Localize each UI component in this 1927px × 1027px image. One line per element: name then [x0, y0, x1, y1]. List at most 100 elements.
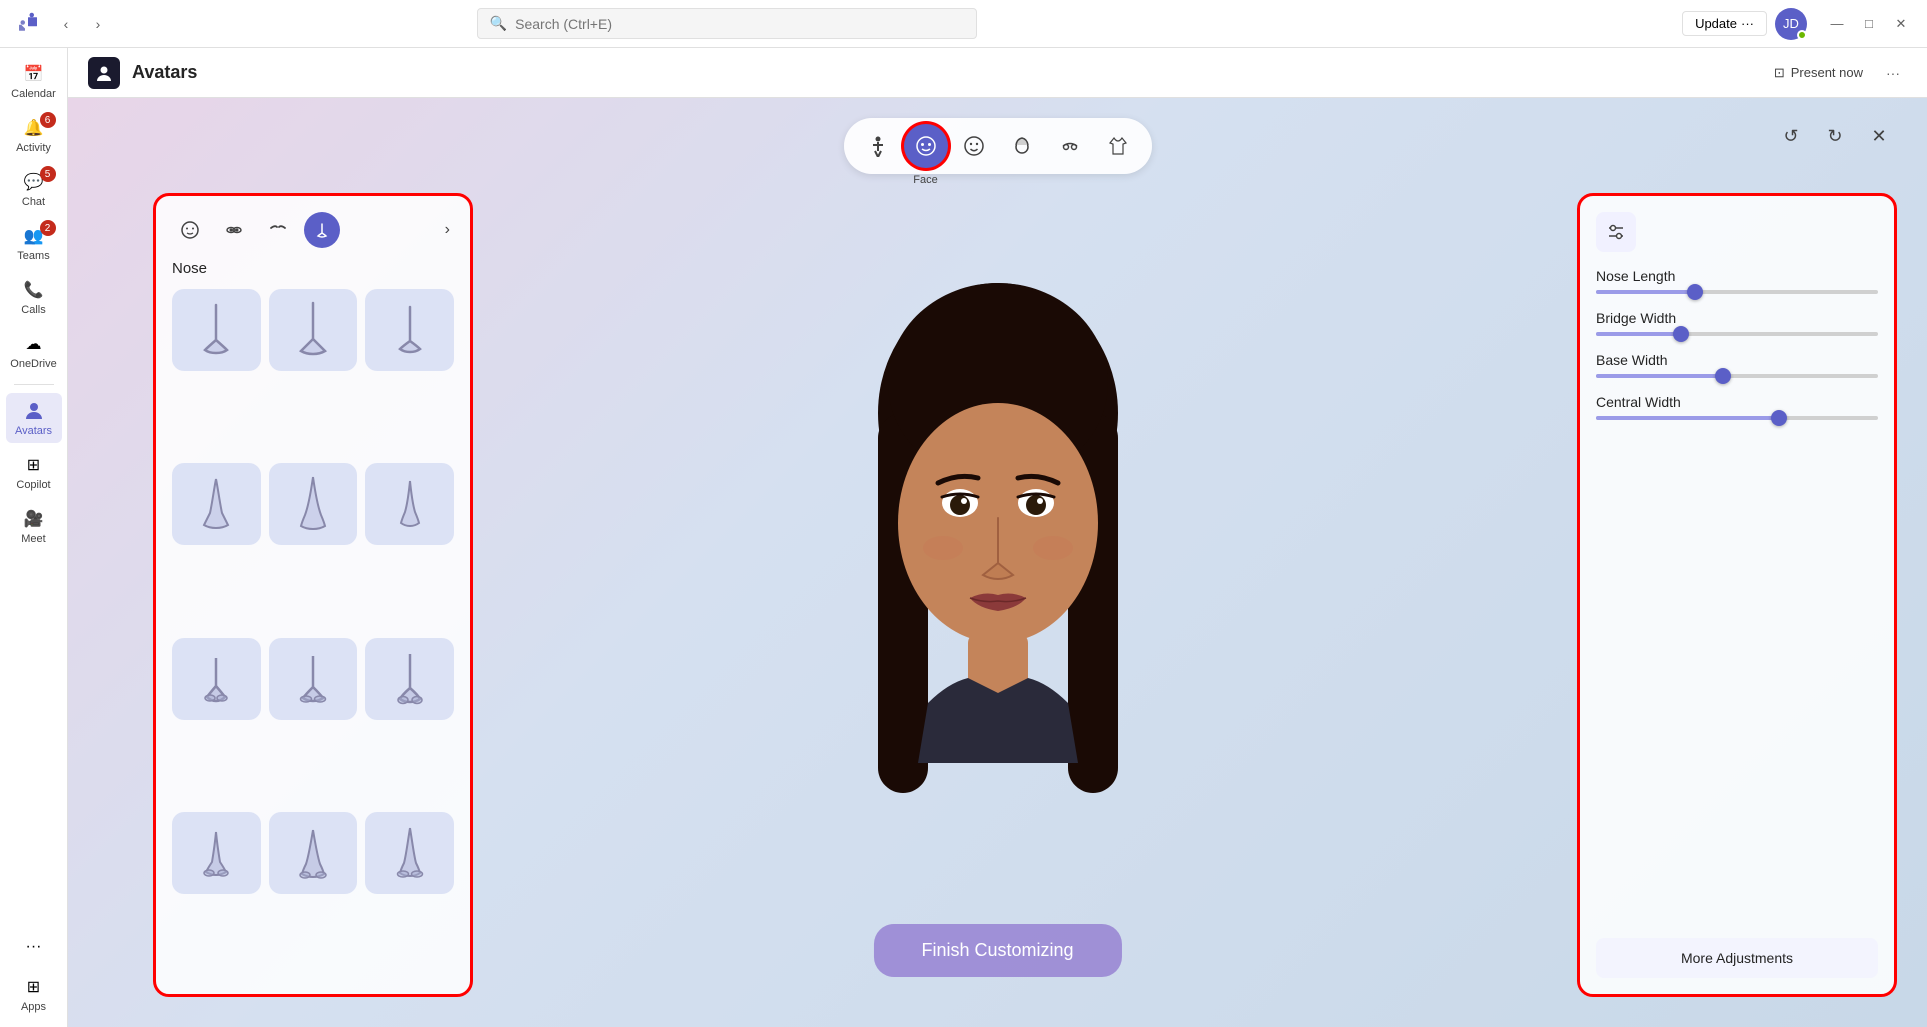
nose-item-8[interactable] [269, 638, 358, 720]
face-tab-label: Face [913, 174, 937, 186]
nav-buttons: ‹ › [52, 10, 112, 38]
adjustments-icon-button[interactable] [1596, 212, 1636, 252]
calls-icon: 📞 [22, 278, 46, 302]
central-width-section: Central Width [1596, 394, 1878, 420]
nose-tab[interactable] [304, 212, 340, 248]
more-options-button[interactable]: ··· [1879, 59, 1907, 87]
nose-length-section: Nose Length [1596, 268, 1878, 294]
avatar-area: Face [68, 98, 1927, 1027]
undo-button[interactable]: ↺ [1773, 118, 1809, 154]
nose-item-12[interactable] [365, 812, 454, 894]
maximize-button[interactable]: □ [1855, 10, 1883, 38]
redo-button[interactable]: ↻ [1817, 118, 1853, 154]
bridge-width-label: Bridge Width [1596, 310, 1878, 326]
face-tab-button[interactable] [904, 124, 948, 168]
sidebar-item-label: Calls [21, 304, 45, 316]
nose-item-5[interactable] [269, 463, 358, 545]
hair-tab-button[interactable] [1000, 124, 1044, 168]
sidebar-item-apps[interactable]: ⊞ Apps [6, 969, 62, 1019]
sidebar-item-activity[interactable]: 🔔 6 Activity [6, 110, 62, 160]
left-panel: › Nose [153, 193, 473, 997]
sidebar-item-label: Avatars [15, 425, 52, 437]
copilot-icon: ⊞ [22, 453, 46, 477]
base-width-label: Base Width [1596, 352, 1878, 368]
forward-button[interactable]: › [84, 10, 112, 38]
avatar-svg [798, 263, 1198, 863]
base-width-thumb[interactable] [1715, 368, 1731, 384]
nose-item-4[interactable] [172, 463, 261, 545]
eyes-tab[interactable] [216, 212, 252, 248]
nose-item-6[interactable] [365, 463, 454, 545]
eyebrows-tab[interactable] [260, 212, 296, 248]
title-bar: ‹ › 🔍 Update ··· JD — □ ✕ [0, 0, 1927, 48]
sidebar-item-chat[interactable]: 💬 5 Chat [6, 164, 62, 214]
nose-grid [172, 289, 454, 978]
sidebar: 📅 Calendar 🔔 6 Activity 💬 5 Chat 👥 2 Tea… [0, 48, 68, 1027]
avatars-icon [22, 399, 46, 423]
accessories-tab-button[interactable] [1048, 124, 1092, 168]
sidebar-item-label: Meet [21, 533, 45, 545]
sidebar-item-teams[interactable]: 👥 2 Teams [6, 218, 62, 268]
close-button[interactable]: ✕ [1887, 10, 1915, 38]
nose-item-9[interactable] [365, 638, 454, 720]
nose-length-track[interactable] [1596, 290, 1878, 294]
nose-item-11[interactable] [269, 812, 358, 894]
more-icon: ··· [22, 935, 46, 959]
present-icon: ⊡ [1774, 65, 1785, 81]
sidebar-item-more[interactable]: ··· [6, 929, 62, 965]
minimize-button[interactable]: — [1823, 10, 1851, 38]
nose-item-7[interactable] [172, 638, 261, 720]
central-width-fill [1596, 416, 1779, 420]
nose-length-thumb[interactable] [1687, 284, 1703, 300]
nose-section-title: Nose [172, 260, 454, 277]
face-tab-next[interactable]: › [441, 217, 454, 243]
sidebar-item-copilot[interactable]: ⊞ Copilot [6, 447, 62, 497]
avatar-center [748, 223, 1248, 903]
sidebar-item-label: Apps [21, 1001, 46, 1013]
top-toolbar: Face [844, 118, 1152, 174]
meet-icon: 🎥 [22, 507, 46, 531]
app-header: Avatars ⊡ Present now ··· [68, 48, 1927, 98]
sidebar-item-calendar[interactable]: 📅 Calendar [6, 56, 62, 106]
right-panel-spacer [1596, 436, 1878, 922]
face-tab-container: Face [904, 124, 948, 168]
bridge-width-track[interactable] [1596, 332, 1878, 336]
face-shape-tab[interactable] [172, 212, 208, 248]
nose-length-label: Nose Length [1596, 268, 1878, 284]
update-button[interactable]: Update ··· [1682, 11, 1767, 36]
clothing-tab-button[interactable] [1096, 124, 1140, 168]
more-adjustments-button[interactable]: More Adjustments [1596, 938, 1878, 978]
central-width-thumb[interactable] [1771, 410, 1787, 426]
teams-logo [12, 8, 44, 40]
apps-icon: ⊞ [22, 975, 46, 999]
expressions-tab-button[interactable] [952, 124, 996, 168]
finish-customizing-button[interactable]: Finish Customizing [873, 924, 1121, 977]
sidebar-item-onedrive[interactable]: ☁ OneDrive [6, 326, 62, 376]
base-width-track[interactable] [1596, 374, 1878, 378]
nose-item-2[interactable] [269, 289, 358, 371]
onedrive-icon: ☁ [22, 332, 46, 356]
search-input[interactable] [515, 16, 964, 32]
sidebar-item-label: OneDrive [10, 358, 56, 370]
user-avatar[interactable]: JD [1775, 8, 1807, 40]
sidebar-item-calls[interactable]: 📞 Calls [6, 272, 62, 322]
status-indicator [1797, 30, 1807, 40]
body-tab-button[interactable] [856, 124, 900, 168]
bridge-width-section: Bridge Width [1596, 310, 1878, 336]
sidebar-item-meet[interactable]: 🎥 Meet [6, 501, 62, 551]
avatar-container [748, 223, 1248, 903]
sidebar-item-avatars[interactable]: Avatars [6, 393, 62, 443]
search-bar[interactable]: 🔍 [477, 8, 977, 39]
nose-item-3[interactable] [365, 289, 454, 371]
nose-item-1[interactable] [172, 289, 261, 371]
main-layout: 📅 Calendar 🔔 6 Activity 💬 5 Chat 👥 2 Tea… [0, 48, 1927, 1027]
nose-item-10[interactable] [172, 812, 261, 894]
back-button[interactable]: ‹ [52, 10, 80, 38]
central-width-track[interactable] [1596, 416, 1878, 420]
sidebar-item-label: Teams [17, 250, 49, 262]
app-title: Avatars [132, 62, 197, 83]
close-customization-button[interactable]: ✕ [1861, 118, 1897, 154]
bridge-width-thumb[interactable] [1673, 326, 1689, 342]
central-width-label: Central Width [1596, 394, 1878, 410]
present-now-button[interactable]: ⊡ Present now [1766, 61, 1871, 85]
